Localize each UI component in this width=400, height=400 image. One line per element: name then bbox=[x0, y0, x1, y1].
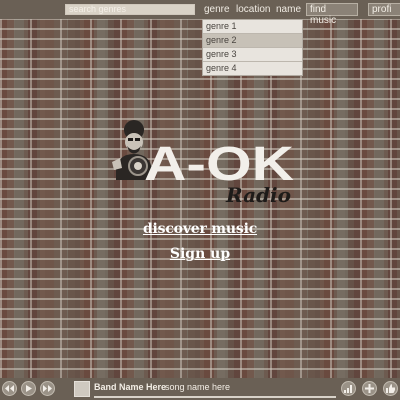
search-input[interactable] bbox=[65, 4, 195, 15]
fast-forward-icon[interactable] bbox=[40, 381, 55, 396]
band-name: Band Name Here bbox=[94, 382, 167, 392]
volume-bars-icon[interactable] bbox=[341, 381, 356, 396]
add-icon[interactable] bbox=[362, 381, 377, 396]
thumbs-up-icon[interactable] bbox=[383, 381, 398, 396]
a-ok-radio-logo: A-OK Radio bbox=[112, 120, 294, 207]
genre-option-selected[interactable]: genre 2 bbox=[203, 33, 302, 47]
rewind-icon[interactable] bbox=[2, 381, 17, 396]
nav-genre[interactable]: genre bbox=[204, 3, 230, 16]
genre-option[interactable]: genre 1 bbox=[203, 20, 302, 33]
genre-option[interactable]: genre 3 bbox=[203, 47, 302, 61]
nav-name[interactable]: name bbox=[276, 3, 301, 16]
profile-button[interactable]: profi bbox=[368, 3, 400, 16]
sign-up-link[interactable]: Sign up bbox=[150, 246, 250, 262]
discover-music-link[interactable]: discover music bbox=[140, 221, 260, 237]
logo-script-text: Radio bbox=[225, 183, 291, 207]
play-icon[interactable] bbox=[21, 381, 36, 396]
find-music-button[interactable]: find music bbox=[306, 3, 358, 26]
album-art-thumbnail bbox=[74, 381, 90, 397]
nav-location[interactable]: location bbox=[236, 3, 270, 16]
song-name: song name here bbox=[165, 382, 231, 392]
genre-dropdown: genre 1 genre 2 genre 3 genre 4 bbox=[202, 19, 303, 76]
genre-option[interactable]: genre 4 bbox=[203, 61, 302, 75]
progress-bar[interactable] bbox=[94, 396, 336, 398]
